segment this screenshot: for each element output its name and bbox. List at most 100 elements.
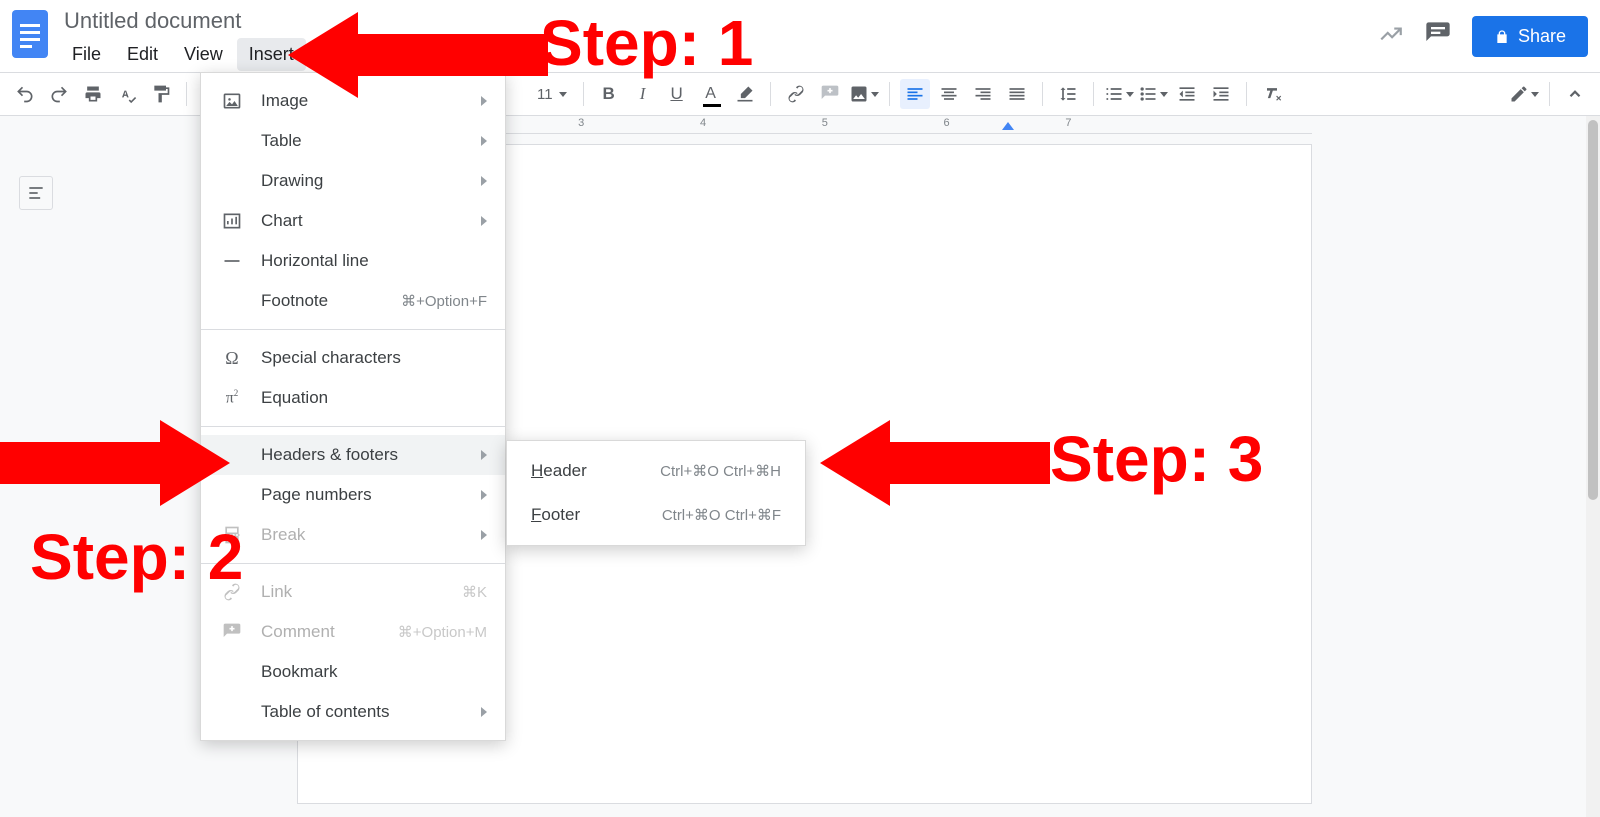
docs-logo[interactable] — [8, 6, 52, 62]
menu-item-label: Special characters — [261, 348, 487, 368]
ruler-tick: 4 — [700, 117, 706, 129]
insert-item-bookmark[interactable]: Bookmark — [201, 652, 505, 692]
menu-item-label: Table — [261, 131, 481, 151]
insert-item-image[interactable]: Image — [201, 81, 505, 121]
ruler-tick: 3 — [578, 117, 584, 129]
bold-button[interactable]: B — [594, 79, 624, 109]
editing-mode-button[interactable] — [1509, 79, 1539, 109]
comment-icon — [219, 622, 245, 642]
menu-file[interactable]: File — [60, 38, 113, 71]
insert-item-comment: Comment⌘+Option+M — [201, 612, 505, 652]
undo-button[interactable] — [10, 79, 40, 109]
caret-down-icon — [1160, 92, 1168, 97]
menu-separator — [201, 329, 505, 330]
activity-icon[interactable] — [1378, 21, 1404, 52]
insert-item-break: Break — [201, 515, 505, 555]
menu-insert[interactable]: Insert — [237, 38, 306, 71]
menu-help-fragment: elp — [510, 48, 534, 69]
menu-item-label: Link — [261, 582, 462, 602]
scrollbar-thumb[interactable] — [1588, 120, 1598, 500]
insert-item-headers-footers[interactable]: Headers & footers — [201, 435, 505, 475]
insert-item-page-numbers[interactable]: Page numbers — [201, 475, 505, 515]
menu-item-label: Page numbers — [261, 485, 481, 505]
link-button[interactable] — [781, 79, 811, 109]
menu-item-label: Drawing — [261, 171, 481, 191]
print-button[interactable] — [78, 79, 108, 109]
text-color-button[interactable]: A — [696, 79, 726, 109]
collapse-button[interactable] — [1560, 79, 1590, 109]
menu-item-label: Bookmark — [261, 662, 487, 682]
caret-down-icon — [1531, 92, 1539, 97]
menu-item-label: Table of contents — [261, 702, 481, 722]
hr-icon — [219, 251, 245, 271]
insert-item-equation[interactable]: π2 Equation — [201, 378, 505, 418]
pi-icon: π2 — [219, 388, 245, 407]
document-title[interactable]: Untitled document — [60, 6, 389, 36]
menu-edit[interactable]: Edit — [115, 38, 170, 71]
highlight-button[interactable] — [730, 79, 760, 109]
menu-item-label: Headers & footers — [261, 445, 481, 465]
numbered-list-button[interactable] — [1104, 79, 1134, 109]
caret-down-icon — [559, 92, 567, 97]
menu-item-label: Chart — [261, 211, 481, 231]
align-right-button[interactable] — [968, 79, 998, 109]
right-margin-marker[interactable] — [1002, 122, 1014, 130]
menu-item-label: Equation — [261, 388, 487, 408]
link-icon — [219, 582, 245, 602]
share-label: Share — [1518, 26, 1566, 47]
omega-icon: Ω — [219, 348, 245, 369]
menu-item-label: Footnote — [261, 291, 401, 311]
submenu-arrow-icon — [481, 176, 487, 186]
submenu-arrow-icon — [481, 450, 487, 460]
caret-down-icon — [871, 92, 879, 97]
submenu-item-footer[interactable]: FooterCtrl+⌘O Ctrl+⌘F — [507, 493, 805, 537]
redo-button[interactable] — [44, 79, 74, 109]
insert-item-horizontal-line[interactable]: Horizontal line — [201, 241, 505, 281]
headers-footers-submenu: HeaderCtrl+⌘O Ctrl+⌘HFooterCtrl+⌘O Ctrl+… — [506, 440, 806, 546]
menu-separator — [201, 563, 505, 564]
menu-item-shortcut: ⌘+Option+M — [398, 623, 487, 641]
align-left-button[interactable] — [900, 79, 930, 109]
outline-button[interactable] — [19, 176, 53, 210]
underline-button[interactable]: U — [662, 79, 692, 109]
increase-indent-button[interactable] — [1206, 79, 1236, 109]
italic-button[interactable]: I — [628, 79, 658, 109]
insert-item-table[interactable]: Table — [201, 121, 505, 161]
insert-item-chart[interactable]: Chart — [201, 201, 505, 241]
submenu-arrow-icon — [481, 136, 487, 146]
comment-button[interactable] — [815, 79, 845, 109]
share-button[interactable]: Share — [1472, 16, 1588, 57]
spellcheck-button[interactable] — [112, 79, 142, 109]
vertical-scrollbar[interactable] — [1586, 116, 1600, 817]
submenu-item-shortcut: Ctrl+⌘O Ctrl+⌘F — [662, 506, 781, 524]
submenu-arrow-icon — [481, 216, 487, 226]
insert-item-footnote[interactable]: Footnote⌘+Option+F — [201, 281, 505, 321]
paint-format-button[interactable] — [146, 79, 176, 109]
bulleted-list-button[interactable] — [1138, 79, 1168, 109]
submenu-item-header[interactable]: HeaderCtrl+⌘O Ctrl+⌘H — [507, 449, 805, 493]
insert-item-drawing[interactable]: Drawing — [201, 161, 505, 201]
break-icon — [219, 525, 245, 545]
font-size-value: 11 — [537, 86, 553, 103]
menubar: File Edit View Insert Format — [60, 38, 389, 71]
caret-down-icon — [1126, 92, 1134, 97]
align-justify-button[interactable] — [1002, 79, 1032, 109]
menu-item-label: Horizontal line — [261, 251, 487, 271]
decrease-indent-button[interactable] — [1172, 79, 1202, 109]
menu-separator — [201, 426, 505, 427]
menu-item-label: Image — [261, 91, 481, 111]
align-center-button[interactable] — [934, 79, 964, 109]
line-spacing-button[interactable] — [1053, 79, 1083, 109]
clear-formatting-button[interactable] — [1257, 79, 1287, 109]
image-button[interactable] — [849, 79, 879, 109]
menu-view[interactable]: View — [172, 38, 235, 71]
submenu-item-label: Footer — [531, 505, 662, 525]
ruler-tick: 5 — [822, 117, 828, 129]
font-size-combo[interactable]: 11 — [511, 86, 573, 103]
insert-item-table-of-contents[interactable]: Table of contents — [201, 692, 505, 732]
menu-item-shortcut: ⌘K — [462, 583, 487, 601]
comments-icon[interactable] — [1424, 20, 1452, 53]
insert-menu-dropdown: Image Table Drawing Chart Horizontal line Foo… — [200, 72, 506, 741]
insert-item-special-characters[interactable]: Ω Special characters — [201, 338, 505, 378]
chart-icon — [219, 211, 245, 231]
